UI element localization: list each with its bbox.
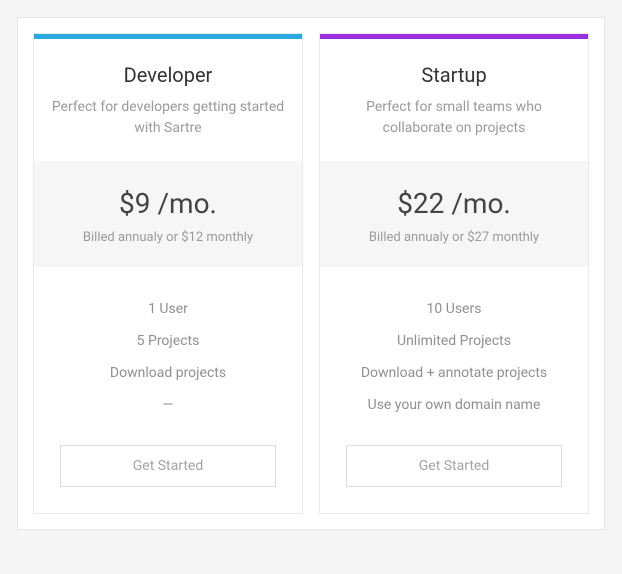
billing-note: Billed annualy or $12 monthly [46, 230, 290, 245]
get-started-button[interactable]: Get Started [346, 445, 562, 487]
billing-note: Billed annualy or $27 monthly [332, 230, 576, 245]
feature-item: 5 Projects [46, 325, 290, 357]
get-started-button[interactable]: Get Started [60, 445, 276, 487]
plan-subtitle: Perfect for developers getting started w… [50, 97, 286, 139]
pricing-container: Developer Perfect for developers getting… [17, 17, 605, 530]
plan-title: Developer [50, 63, 286, 87]
plan-price: $9 /mo. [46, 187, 290, 220]
feature-item: Download + annotate projects [332, 357, 576, 389]
feature-list: 1 User 5 Projects Download projects — [34, 267, 302, 431]
plan-subtitle: Perfect for small teams who collaborate … [336, 97, 572, 139]
plan-price: $22 /mo. [332, 187, 576, 220]
pricing-card-startup: Startup Perfect for small teams who coll… [319, 33, 589, 514]
price-block: $9 /mo. Billed annualy or $12 monthly [34, 161, 302, 267]
feature-list: 10 Users Unlimited Projects Download + a… [320, 267, 588, 431]
feature-item: Unlimited Projects [332, 325, 576, 357]
plan-title: Startup [336, 63, 572, 87]
cta-wrap: Get Started [34, 431, 302, 513]
cta-wrap: Get Started [320, 431, 588, 513]
feature-item: 1 User [46, 293, 290, 325]
feature-item: Download projects [46, 357, 290, 389]
price-block: $22 /mo. Billed annualy or $27 monthly [320, 161, 588, 267]
feature-item: Use your own domain name [332, 389, 576, 421]
card-header: Startup Perfect for small teams who coll… [320, 39, 588, 161]
feature-item: — [46, 389, 290, 421]
pricing-card-developer: Developer Perfect for developers getting… [33, 33, 303, 514]
feature-item: 10 Users [332, 293, 576, 325]
card-header: Developer Perfect for developers getting… [34, 39, 302, 161]
